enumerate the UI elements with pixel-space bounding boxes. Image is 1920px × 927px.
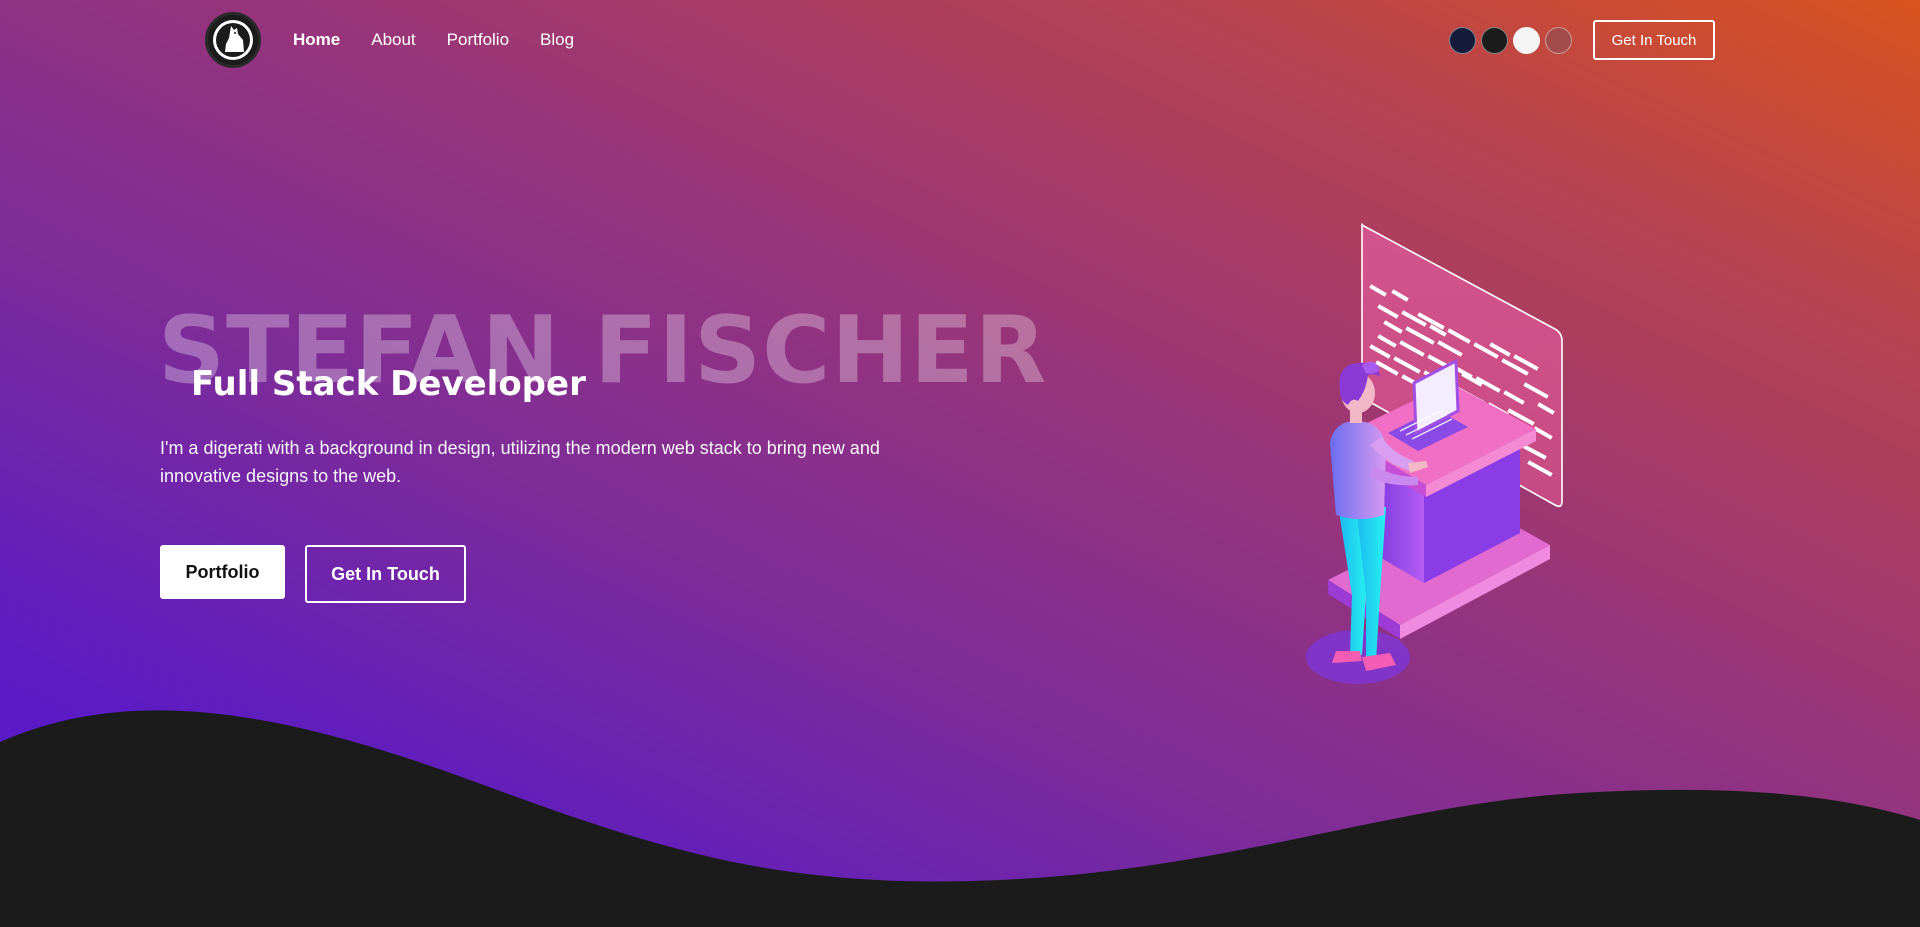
hero-title: Full Stack Developer xyxy=(191,364,586,404)
get-in-touch-button[interactable]: Get In Touch xyxy=(305,545,466,603)
theme-swatch-red[interactable] xyxy=(1545,27,1572,54)
nav-link-about[interactable]: About xyxy=(371,30,415,50)
wolf-logo-icon[interactable] xyxy=(205,12,261,68)
developer-illustration xyxy=(1306,223,1563,684)
nav-link-blog[interactable]: Blog xyxy=(540,30,574,50)
main-nav: Home About Portfolio Blog xyxy=(293,30,574,50)
nav-link-home[interactable]: Home xyxy=(293,30,340,50)
nav-link-portfolio[interactable]: Portfolio xyxy=(447,30,509,50)
wave-divider xyxy=(0,710,1920,927)
hero-description: I'm a digerati with a background in desi… xyxy=(160,438,880,486)
navbar: Home About Portfolio Blog Get In Touch xyxy=(0,0,1920,82)
theme-swatch-light[interactable] xyxy=(1513,27,1540,54)
theme-swatch-dark[interactable] xyxy=(1481,27,1508,54)
theme-swatches xyxy=(1449,27,1572,54)
nav-get-in-touch-button[interactable]: Get In Touch xyxy=(1593,20,1715,60)
theme-swatch-navy[interactable] xyxy=(1449,27,1476,54)
portfolio-button[interactable]: Portfolio xyxy=(160,545,285,599)
